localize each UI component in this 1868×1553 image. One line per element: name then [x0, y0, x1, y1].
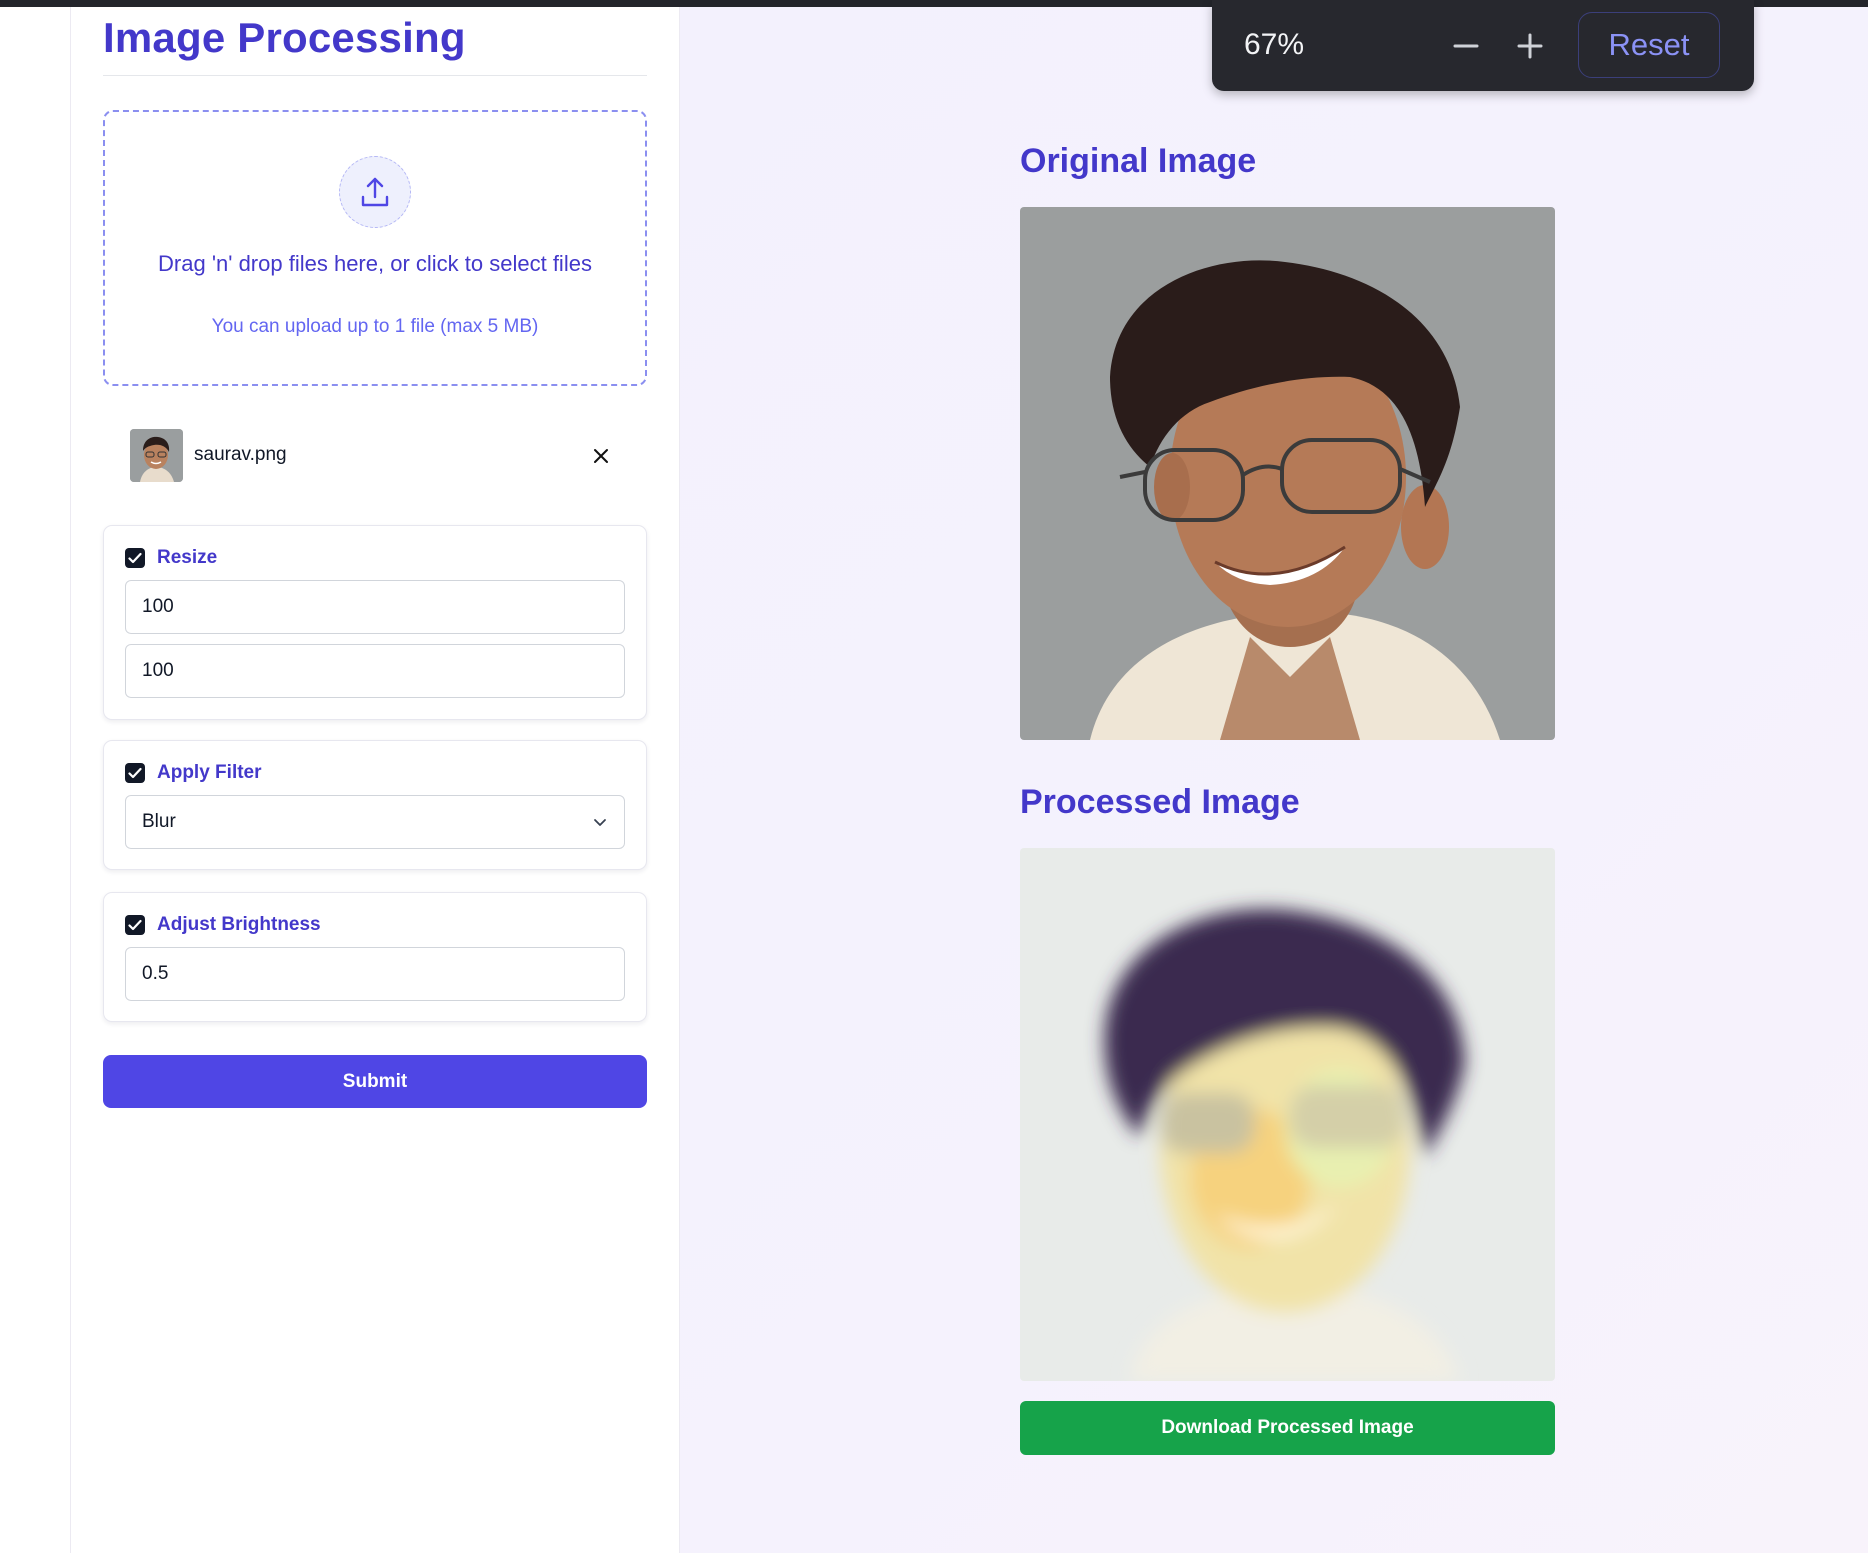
zoom-out-button[interactable]	[1444, 24, 1488, 68]
resize-card: Resize	[103, 525, 647, 720]
check-icon	[128, 919, 142, 931]
file-thumbnail	[130, 429, 183, 482]
filter-selected-value: Blur	[142, 811, 176, 832]
remove-file-button[interactable]	[586, 441, 616, 471]
zoom-reset-button[interactable]: Reset	[1578, 12, 1720, 78]
check-icon	[128, 767, 142, 779]
brightness-card: Adjust Brightness	[103, 892, 647, 1022]
resize-width-input[interactable]	[125, 580, 625, 634]
original-image	[1020, 207, 1555, 740]
dropzone-subtitle: You can upload up to 1 file (max 5 MB)	[211, 316, 539, 337]
download-processed-image-button[interactable]: Download Processed Image	[1020, 1401, 1555, 1455]
dropzone-title: Drag 'n' drop files here, or click to se…	[158, 251, 592, 276]
file-dropzone[interactable]: Drag 'n' drop files here, or click to se…	[103, 110, 647, 386]
close-icon	[594, 449, 608, 463]
filter-checkbox[interactable]	[125, 763, 145, 783]
brightness-label: Adjust Brightness	[157, 914, 321, 935]
zoom-toolbar: 67% Reset	[1212, 0, 1754, 91]
uploaded-file-item: saurav.png	[130, 429, 620, 483]
original-image-heading: Original Image	[1020, 142, 1257, 180]
page-title: Image Processing	[103, 14, 466, 61]
filter-card: Apply Filter Blur	[103, 740, 647, 870]
processed-image	[1020, 848, 1555, 1381]
minus-icon	[1453, 44, 1479, 48]
resize-checkbox[interactable]	[125, 548, 145, 568]
title-divider	[103, 75, 647, 76]
zoom-in-button[interactable]	[1508, 24, 1552, 68]
processed-image-heading: Processed Image	[1020, 783, 1300, 821]
chevron-down-icon	[594, 819, 606, 826]
filter-label: Apply Filter	[157, 762, 262, 783]
zoom-level: 67%	[1244, 28, 1305, 61]
left-gutter	[0, 7, 70, 1553]
upload-icon	[339, 156, 411, 228]
brightness-checkbox[interactable]	[125, 915, 145, 935]
brightness-input[interactable]	[125, 947, 625, 1001]
resize-label: Resize	[157, 547, 218, 568]
check-icon	[128, 552, 142, 564]
file-name: saurav.png	[194, 444, 287, 465]
resize-height-input[interactable]	[125, 644, 625, 698]
plus-icon	[1517, 33, 1543, 59]
filter-select[interactable]: Blur	[125, 795, 625, 849]
submit-button[interactable]: Submit	[103, 1055, 647, 1108]
